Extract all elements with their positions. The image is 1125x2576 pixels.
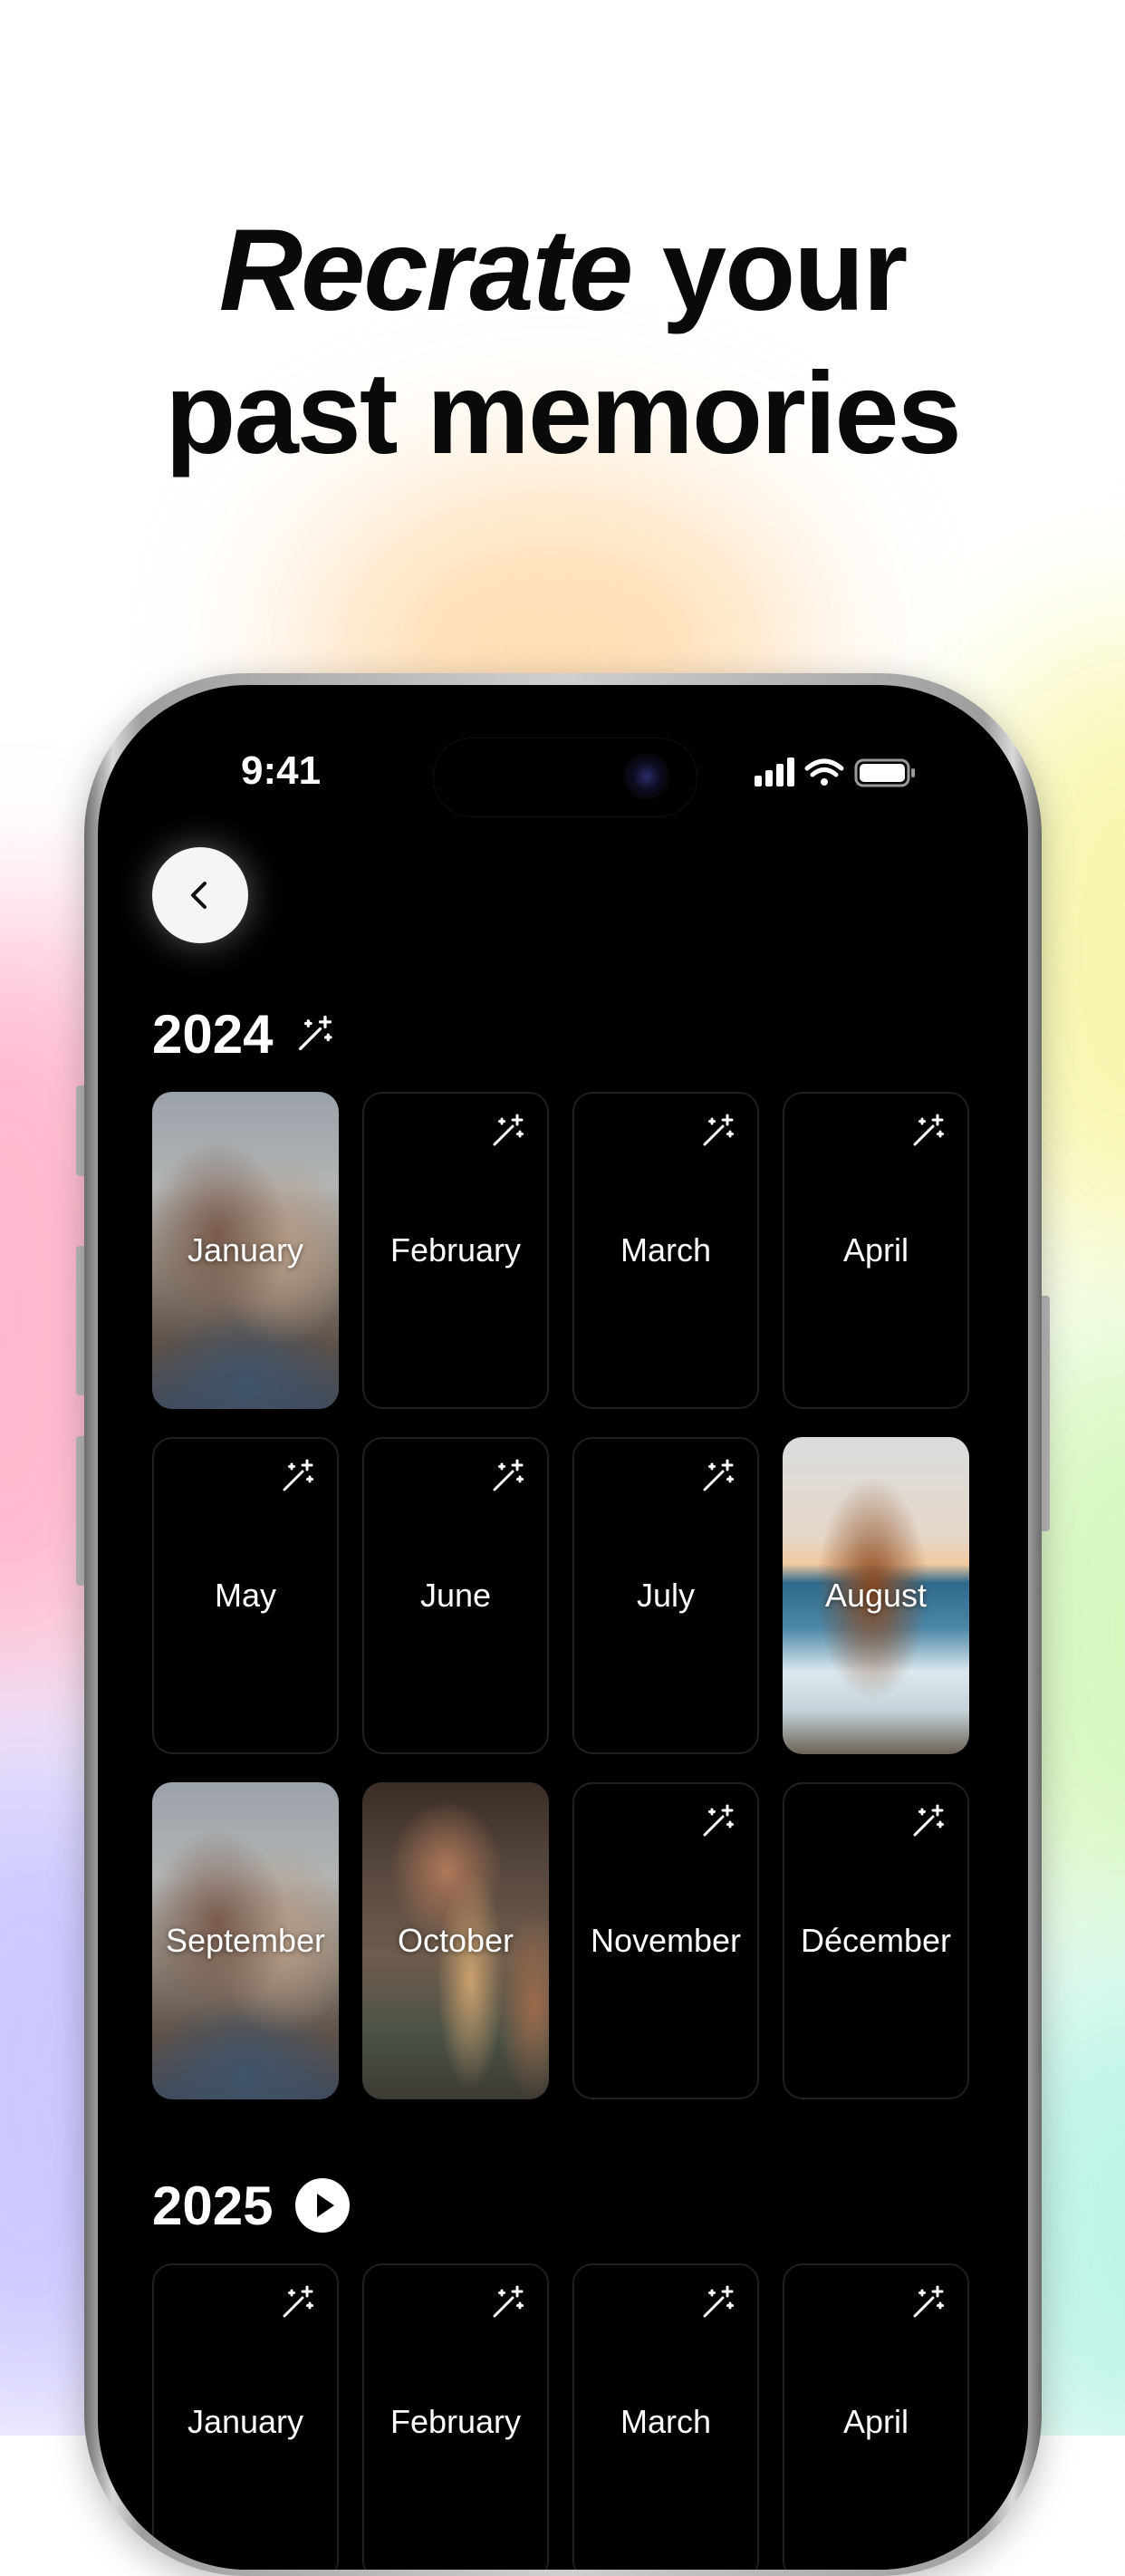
- magic-wand-icon: [703, 1114, 734, 1146]
- magic-wand-icon[interactable]: [294, 1013, 336, 1055]
- month-card-april[interactable]: April: [783, 1092, 969, 1409]
- headline-line2: past memories: [165, 349, 962, 478]
- month-label: March: [620, 1231, 712, 1269]
- headline-italic-word: Recrate: [218, 206, 634, 335]
- cellular-signal-icon: [755, 757, 794, 786]
- status-icons: [755, 757, 915, 787]
- year-label: 2024: [152, 1003, 274, 1065]
- month-card-april[interactable]: April: [783, 2263, 969, 2570]
- chevron-left-icon: [191, 882, 207, 909]
- month-label: August: [824, 1577, 928, 1614]
- month-label: February: [389, 1231, 522, 1269]
- magic-wand-icon: [493, 2285, 524, 2318]
- year-label: 2025: [152, 2175, 274, 2236]
- month-card-july[interactable]: July: [572, 1437, 759, 1754]
- month-label: June: [419, 1577, 492, 1614]
- magic-wand-icon: [913, 2285, 944, 2318]
- promo-headline: Recrate your past memories: [0, 199, 1125, 486]
- month-label: November: [590, 1922, 742, 1959]
- magic-wand-icon: [703, 2285, 734, 2318]
- month-label: October: [397, 1922, 514, 1959]
- year-header-2024: 2024: [152, 1001, 336, 1066]
- magic-wand-icon: [703, 1804, 734, 1837]
- play-circle-icon[interactable]: [294, 2177, 351, 2233]
- month-card-october[interactable]: October: [362, 1782, 549, 2099]
- month-label: April: [842, 1231, 909, 1269]
- month-card-february[interactable]: February: [362, 1092, 549, 1409]
- month-label: September: [165, 1922, 326, 1959]
- month-card-march[interactable]: March: [572, 2263, 759, 2570]
- magic-wand-icon: [493, 1459, 524, 1491]
- month-card-november[interactable]: November: [572, 1782, 759, 2099]
- status-time: 9:41: [241, 748, 322, 793]
- month-card-august[interactable]: August: [783, 1437, 969, 1754]
- magic-wand-icon: [913, 1804, 944, 1837]
- month-label: July: [636, 1577, 696, 1614]
- month-grid-2024: January February March April May June July Augu…: [152, 1092, 976, 2099]
- battery-icon: [854, 758, 915, 787]
- month-card-february[interactable]: February: [362, 2263, 549, 2570]
- month-card-september[interactable]: September: [152, 1782, 339, 2099]
- month-card-january[interactable]: January: [152, 1092, 339, 1409]
- month-card-january[interactable]: January: [152, 2263, 339, 2570]
- month-card-décember[interactable]: Décember: [783, 1782, 969, 2099]
- month-label: January: [187, 1231, 304, 1269]
- phone-screen: 9:41 2024 January February March April M…: [98, 685, 1028, 2570]
- status-bar: 9:41: [98, 738, 1028, 817]
- month-label: Décember: [800, 1922, 952, 1959]
- back-button[interactable]: [152, 847, 248, 943]
- month-grid-2025: January February March April: [152, 2263, 976, 2570]
- wifi-icon: [804, 758, 844, 786]
- magic-wand-icon: [703, 1459, 734, 1491]
- month-card-june[interactable]: June: [362, 1437, 549, 1754]
- magic-wand-icon: [493, 1114, 524, 1146]
- month-card-may[interactable]: May: [152, 1437, 339, 1754]
- magic-wand-icon: [913, 1114, 944, 1146]
- month-label: May: [214, 1577, 276, 1614]
- month-card-march[interactable]: March: [572, 1092, 759, 1409]
- magic-wand-icon: [283, 2285, 313, 2318]
- headline-line1-rest: your: [631, 206, 908, 335]
- front-camera: [623, 753, 670, 800]
- magic-wand-icon: [283, 1459, 313, 1491]
- year-header-2025: 2025: [152, 2173, 351, 2238]
